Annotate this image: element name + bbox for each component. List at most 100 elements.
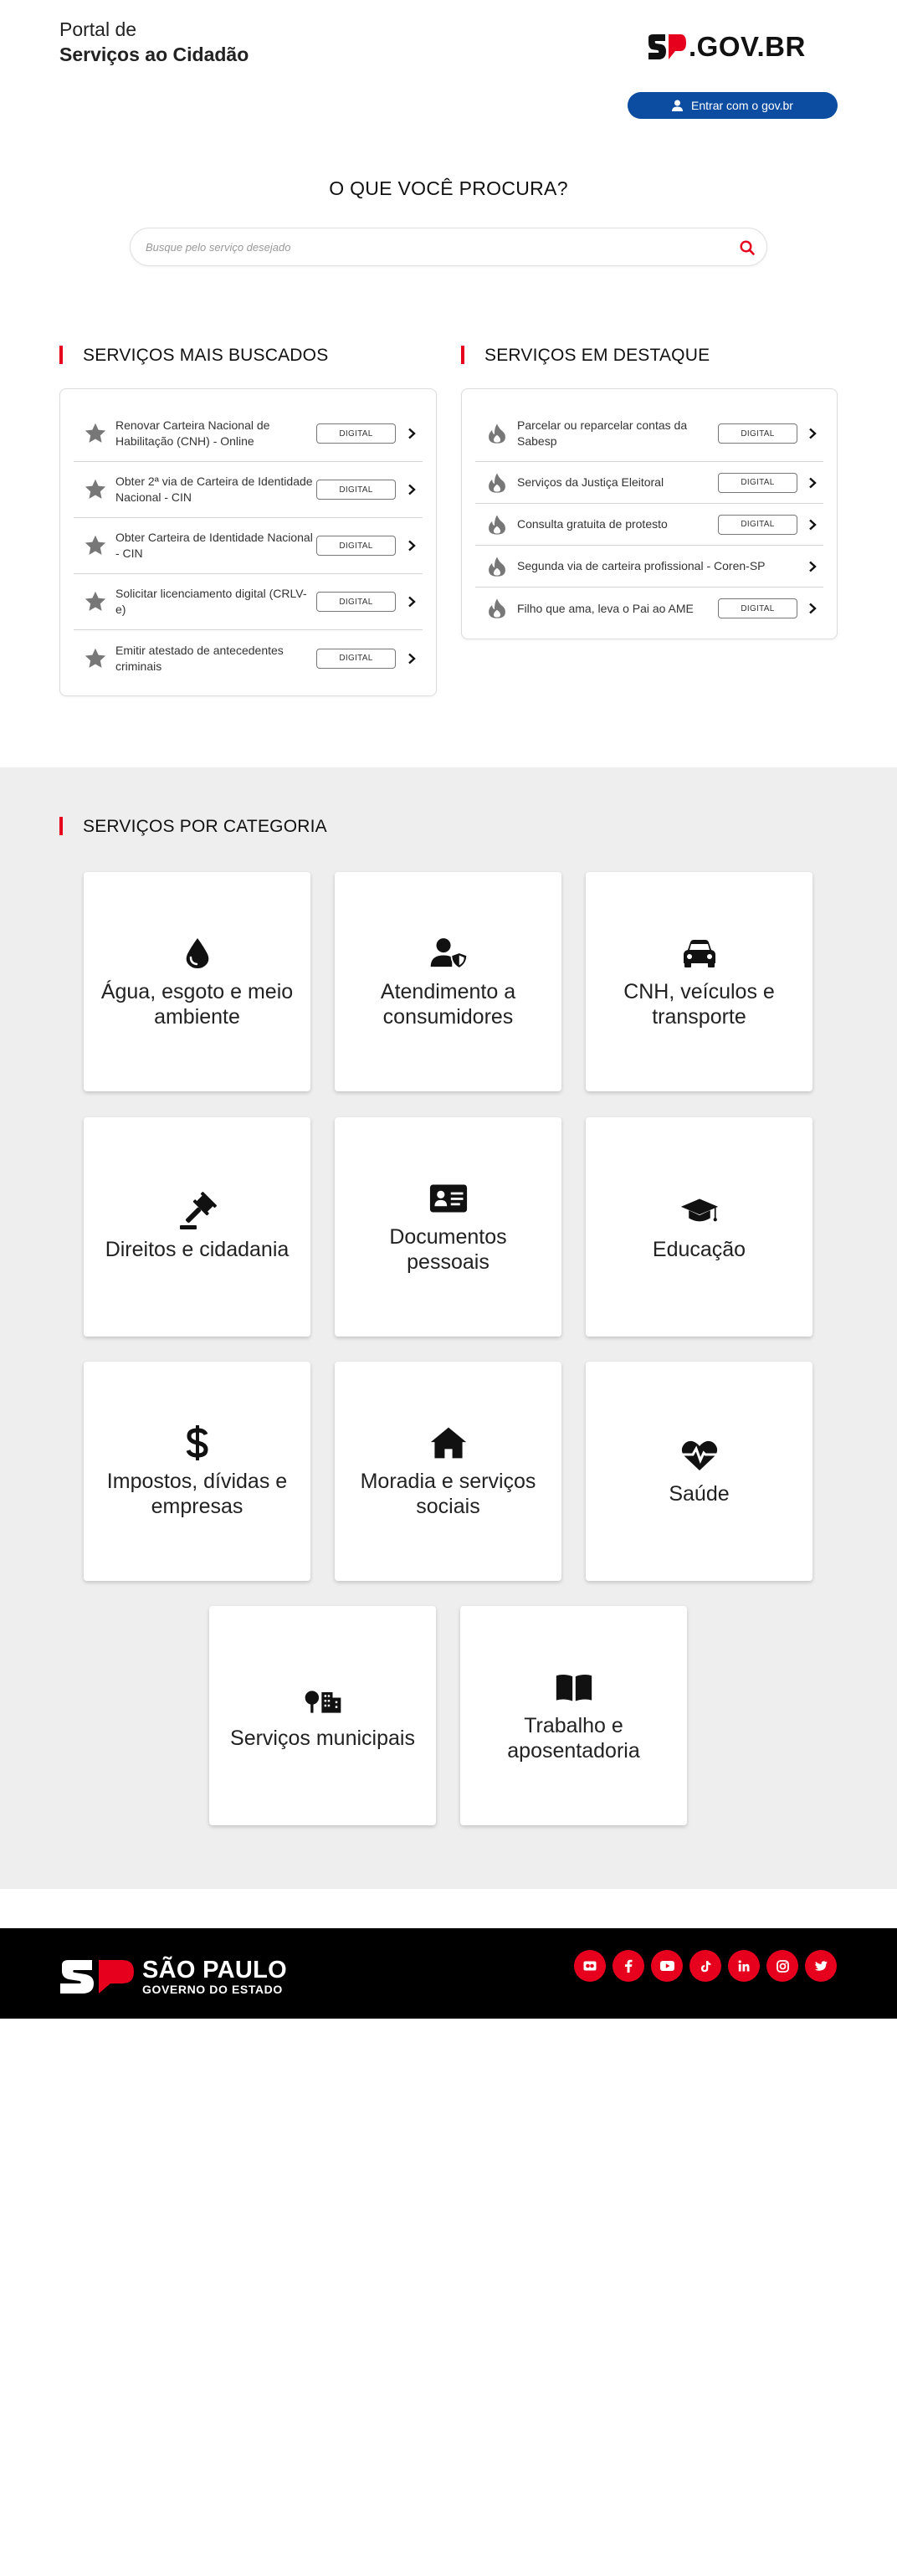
login-govbr-button[interactable]: Entrar com o gov.br [628, 92, 838, 119]
most-searched-item-label: Solicitar licenciamento digital (CRLV-e) [115, 587, 307, 616]
portal-title[interactable]: Portal de Serviços ao Cidadão [59, 17, 249, 67]
category-card-health[interactable]: Saúde [586, 1362, 812, 1581]
category-label: Impostos, dívidas e empresas [106, 1470, 288, 1518]
digital-badge: DIGITAL [316, 592, 396, 612]
most-searched-heading: SERVIÇOS MAIS BUSCADOS [59, 346, 328, 366]
category-card-rights[interactable]: Direitos e cidadania [84, 1117, 310, 1337]
portal-title-line1: Portal de [59, 18, 137, 40]
chevron-right-icon [408, 428, 416, 439]
star-icon [85, 591, 106, 611]
category-label: Água, esgoto e meio ambiente [100, 980, 294, 1029]
most-searched-item-label: Obter Carteira de Identidade Nacional - … [115, 531, 313, 560]
category-card-municipal[interactable]: Serviços municipais [209, 1606, 436, 1825]
city-icon [305, 1691, 341, 1713]
featured-item[interactable]: Segunda via de carteira profissional - C… [475, 546, 823, 588]
twitter-icon [814, 1960, 828, 1971]
most-searched-item[interactable]: Obter Carteira de Identidade Nacional - … [74, 518, 423, 574]
star-icon [85, 535, 106, 555]
flame-icon [489, 423, 505, 444]
site-footer: SÃO PAULO GOVERNO DO ESTADO [0, 1928, 897, 2019]
featured-item[interactable]: Serviços da Justiça Eleitoral DIGITAL [475, 462, 823, 504]
instagram-icon [776, 1959, 789, 1973]
most-searched-item[interactable]: Renovar Carteira Nacional de Habilitação… [74, 406, 423, 462]
search-input[interactable] [146, 228, 715, 265]
category-card-vehicles[interactable]: CNH, veículos e transporte [586, 872, 812, 1091]
digital-badge: DIGITAL [316, 536, 396, 556]
water-drop-icon [186, 938, 208, 968]
star-icon [85, 423, 106, 443]
most-searched-item-label: Obter 2ª via de Carteira de Identidade N… [115, 475, 313, 504]
youtube-link[interactable] [651, 1950, 683, 1982]
featured-item-label: Parcelar ou reparcelar contas da Sabesp [517, 418, 688, 448]
id-card-icon [429, 1184, 467, 1213]
linkedin-link[interactable] [728, 1950, 760, 1982]
search-bar[interactable] [130, 228, 767, 266]
category-label: Saúde [669, 1482, 730, 1506]
flickr-link[interactable] [574, 1950, 606, 1982]
car-icon [683, 940, 715, 967]
brand-text: .GOV.BR [689, 31, 806, 62]
most-searched-item[interactable]: Obter 2ª via de Carteira de Identidade N… [74, 462, 423, 518]
category-label: Documentos pessoais [389, 1225, 507, 1274]
facebook-link[interactable] [613, 1950, 644, 1982]
category-card-housing[interactable]: Moradia e serviços sociais [335, 1362, 561, 1581]
tiktok-icon [700, 1960, 710, 1972]
linkedin-icon [738, 1960, 750, 1972]
chevron-right-icon [809, 477, 817, 488]
gavel-icon [179, 1192, 217, 1229]
portal-title-line2: Serviços ao Cidadão [59, 44, 249, 65]
most-searched-item[interactable]: Emitir atestado de antecedentes criminai… [74, 630, 423, 686]
search-icon[interactable] [739, 239, 756, 256]
featured-item[interactable]: Filho que ama, leva o Pai ao AME DIGITAL [475, 588, 823, 629]
category-label: Serviços municipais [230, 1727, 415, 1750]
category-card-work[interactable]: Trabalho e aposentadoria [460, 1606, 687, 1825]
sp-gov-br-logo[interactable]: .GOV.BR [647, 30, 806, 64]
twitter-link[interactable] [805, 1950, 837, 1982]
footer-logo-line1: SÃO PAULO [142, 1957, 287, 1983]
digital-badge: DIGITAL [718, 472, 797, 493]
featured-panel: Parcelar ou reparcelar contas da Sabesp … [461, 388, 838, 639]
sp-logo-icon [60, 1960, 134, 1994]
digital-badge: DIGITAL [316, 423, 396, 444]
featured-heading: SERVIÇOS EM DESTAQUE [461, 346, 710, 366]
category-label: Moradia e serviços sociais [360, 1470, 536, 1518]
chevron-right-icon [408, 484, 416, 495]
star-icon [85, 648, 106, 668]
featured-item[interactable]: Parcelar ou reparcelar contas da Sabesp … [475, 406, 823, 462]
category-card-water[interactable]: Água, esgoto e meio ambiente [84, 872, 310, 1091]
sao-paulo-logo[interactable]: SÃO PAULO GOVERNO DO ESTADO [59, 1958, 287, 1996]
featured-item-label: Filho que ama, leva o Pai ao AME [517, 601, 694, 615]
featured-item-label: Segunda via de carteira profissional - C… [517, 559, 766, 572]
categories-section: SERVIÇOS POR CATEGORIA Água, esgoto e me… [0, 767, 897, 1889]
instagram-link[interactable] [766, 1950, 798, 1982]
featured-item-label: Serviços da Justiça Eleitoral [517, 475, 664, 489]
category-card-taxes[interactable]: Impostos, dívidas e empresas [84, 1362, 310, 1581]
tiktok-link[interactable] [689, 1950, 721, 1982]
most-searched-panel: Renovar Carteira Nacional de Habilitação… [59, 388, 437, 696]
site-header: Portal de Serviços ao Cidadão .GOV.BR En… [0, 0, 897, 134]
most-searched-item-label: Emitir atestado de antecedentes criminai… [115, 643, 284, 673]
user-icon [672, 100, 684, 111]
most-searched-item[interactable]: Solicitar licenciamento digital (CRLV-e)… [74, 574, 423, 630]
categories-heading: SERVIÇOS POR CATEGORIA [59, 817, 327, 837]
category-card-education[interactable]: Educação [586, 1117, 812, 1337]
book-icon [556, 1675, 592, 1701]
category-card-consumers[interactable]: Atendimento a consumidores [335, 872, 561, 1091]
category-label: Atendimento a consumidores [380, 980, 516, 1029]
featured-item[interactable]: Consulta gratuita de protesto DIGITAL [475, 504, 823, 546]
flame-icon [489, 514, 505, 535]
star-icon [85, 479, 106, 499]
most-searched-item-label: Renovar Carteira Nacional de Habilitação… [115, 418, 270, 448]
flame-icon [489, 472, 505, 493]
digital-badge: DIGITAL [316, 480, 396, 500]
digital-badge: DIGITAL [718, 598, 797, 618]
chevron-right-icon [408, 653, 416, 664]
heart-pulse-icon [681, 1440, 717, 1470]
graduation-cap-icon [680, 1198, 718, 1222]
digital-badge: DIGITAL [718, 514, 797, 535]
flame-icon [489, 598, 505, 618]
chevron-right-icon [408, 540, 416, 552]
flame-icon [489, 556, 505, 577]
category-label: Educação [652, 1238, 746, 1261]
category-card-documents[interactable]: Documentos pessoais [335, 1117, 561, 1337]
